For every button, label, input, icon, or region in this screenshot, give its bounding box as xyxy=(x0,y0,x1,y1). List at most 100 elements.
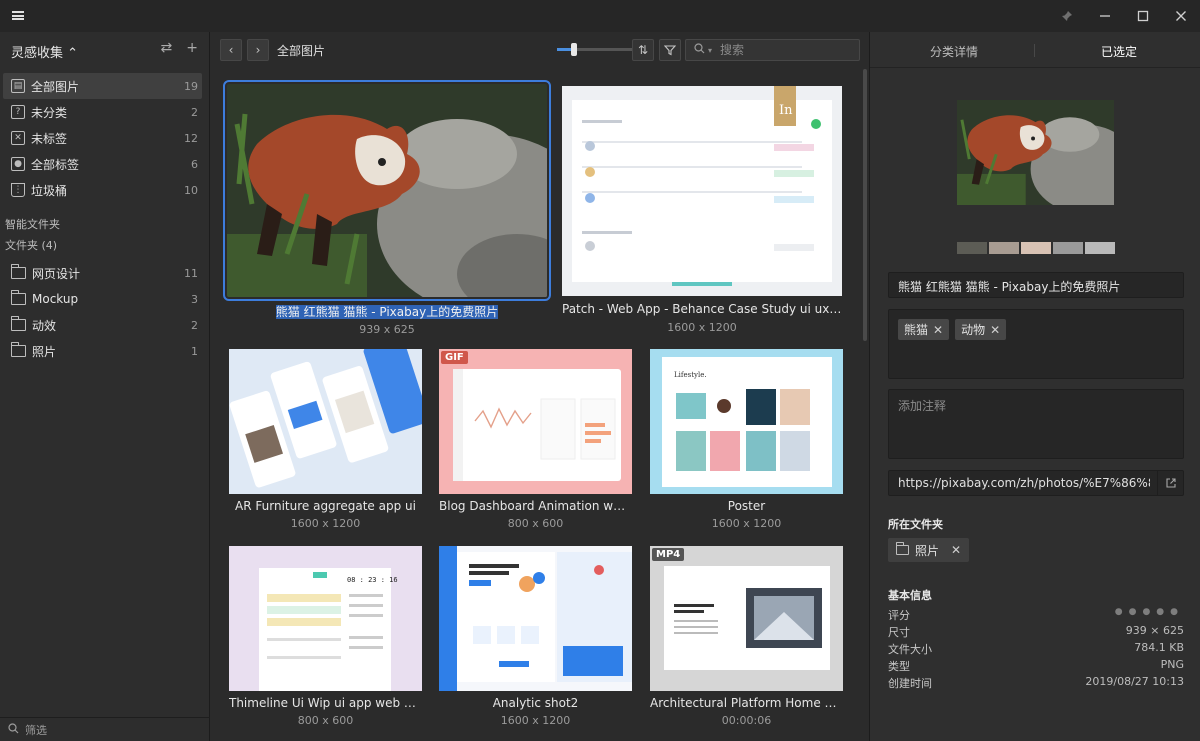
color-palette xyxy=(957,242,1115,254)
remove-folder-icon[interactable]: ✕ xyxy=(951,543,961,557)
sort-button[interactable]: ⇅ xyxy=(632,39,654,61)
maximize-button[interactable] xyxy=(1124,0,1162,32)
rating-stars[interactable]: ●●●●● xyxy=(1115,607,1184,624)
sidebar-item-trash[interactable]: ⋮ 垃圾桶 10 xyxy=(3,177,202,203)
notes-box xyxy=(888,389,1184,459)
grid-item[interactable]: Lifestyle. Poster 1600 x 1200 xyxy=(650,349,843,531)
folder-list: 网页设计 11 Mockup 3 动效 2 照片 1 xyxy=(0,260,210,364)
basic-info-title: 基本信息 xyxy=(888,589,932,602)
smart-folders-label[interactable]: 智能文件夹 xyxy=(5,216,60,232)
back-button[interactable]: ‹ xyxy=(220,39,242,61)
remove-tag-icon[interactable]: ✕ xyxy=(933,323,943,337)
sidebar-folder-web-design[interactable]: 网页设计 11 xyxy=(3,260,202,286)
filter-button[interactable] xyxy=(659,39,681,61)
sidebar-item-untagged[interactable]: ✕ 未标签 12 xyxy=(3,125,202,151)
color-swatch[interactable] xyxy=(1053,242,1083,254)
chevron-down-icon[interactable]: ▾ xyxy=(708,46,712,55)
sidebar-item-all-tags[interactable]: ● 全部标签 6 xyxy=(3,151,202,177)
thumbnail-analytic-shot[interactable] xyxy=(439,546,632,691)
pin-icon[interactable] xyxy=(1048,0,1086,32)
grid-item-dimensions: 1600 x 1200 xyxy=(290,517,361,530)
grid-item[interactable]: 08 : 23 : 16 Thimeline Ui Wip ui app web… xyxy=(229,546,422,728)
thumbnail-ar-furniture[interactable] xyxy=(229,349,422,494)
minimize-button[interactable] xyxy=(1086,0,1124,32)
detail-tabs: 分类详情 已选定 xyxy=(870,32,1200,68)
sidebar-item-uncategorized[interactable]: ? 未分类 2 xyxy=(3,99,202,125)
color-swatch[interactable] xyxy=(1021,242,1051,254)
grid-scrollbar[interactable] xyxy=(863,69,867,341)
thumbnail-red-panda[interactable] xyxy=(223,80,551,301)
search-input[interactable] xyxy=(720,43,841,57)
forward-button[interactable]: › xyxy=(247,39,269,61)
close-button[interactable] xyxy=(1162,0,1200,32)
sidebar: 灵感收集 ⌃ ⇄ + ▤ 全部图片 19 ? 未分类 2 ✕ 未标签 12 ● … xyxy=(0,32,210,741)
library-header: 灵感收集 ⌃ ⇄ + xyxy=(0,32,210,68)
color-swatch[interactable] xyxy=(957,242,987,254)
grid-item[interactable]: Analytic shot2 1600 x 1200 xyxy=(439,546,632,728)
grid-item[interactable]: AR Furniture aggregate app ui 1600 x 120… xyxy=(229,349,422,531)
gif-badge: GIF xyxy=(441,351,468,364)
remove-tag-icon[interactable]: ✕ xyxy=(990,323,1000,337)
folder-icon xyxy=(10,264,26,279)
info-row-rating: 评分 ●●●●● xyxy=(888,607,1184,624)
thumbnail-poster[interactable]: Lifestyle. xyxy=(650,349,843,494)
library-switcher[interactable]: 灵感收集 ⌃ xyxy=(11,42,78,61)
thumbnail-blog-dashboard[interactable]: GIF xyxy=(439,349,632,494)
preview-image[interactable] xyxy=(957,100,1114,205)
all-tags-icon: ● xyxy=(11,157,25,171)
grid-item-duration: 00:00:06 xyxy=(721,714,772,727)
thumbnail-patch-web-app[interactable]: In xyxy=(562,86,842,296)
folders-label[interactable]: 文件夹 (4) xyxy=(5,237,57,253)
tags-field[interactable]: 熊猫 ✕ 动物 ✕ xyxy=(888,309,1184,379)
thumbnail-architectural-platform[interactable]: MP4 xyxy=(650,546,843,691)
tag-chip[interactable]: 熊猫 ✕ xyxy=(898,319,950,340)
thumbnail-timeline-ui[interactable]: 08 : 23 : 16 xyxy=(229,546,422,691)
grid-item[interactable]: MP4 Architectural Platform Home Animatio… xyxy=(650,546,843,728)
search-box[interactable]: ▾ xyxy=(685,39,860,61)
notes-input[interactable] xyxy=(898,397,1174,451)
source-url-field[interactable]: https://pixabay.com/zh/photos/%E7%86%8A%… xyxy=(888,470,1184,496)
swap-icon[interactable]: ⇄ xyxy=(161,40,173,56)
external-link-icon[interactable] xyxy=(1157,471,1183,495)
info-row-created: 创建时间 2019/08/27 10:13 xyxy=(888,675,1184,690)
svg-text:08 : 23 : 16: 08 : 23 : 16 xyxy=(347,576,398,584)
add-icon[interactable]: + xyxy=(186,40,198,56)
sidebar-folder-motion[interactable]: 动效 2 xyxy=(3,312,202,338)
search-icon xyxy=(8,722,19,737)
sidebar-nav: ▤ 全部图片 19 ? 未分类 2 ✕ 未标签 12 ● 全部标签 6 ⋮ 垃圾… xyxy=(0,73,210,203)
sidebar-item-all-images[interactable]: ▤ 全部图片 19 xyxy=(3,73,202,99)
color-swatch[interactable] xyxy=(1085,242,1115,254)
info-row-file-size: 文件大小 784.1 KB xyxy=(888,641,1184,656)
tab-selected[interactable]: 已选定 xyxy=(1101,43,1137,60)
grid-item-dimensions: 1600 x 1200 xyxy=(711,517,782,530)
tab-category-details[interactable]: 分类详情 xyxy=(930,43,978,60)
filter-placeholder: 筛选 xyxy=(25,723,47,737)
untagged-icon: ✕ xyxy=(11,131,25,145)
grid-item-title: Thimeline Ui Wip ui app web ux design xyxy=(229,696,422,710)
grid-item-dimensions: 1600 x 1200 xyxy=(667,321,737,334)
filter-input[interactable]: 筛选 xyxy=(0,717,210,741)
sidebar-folder-photos[interactable]: 照片 1 xyxy=(3,338,202,364)
mp4-badge: MP4 xyxy=(652,548,685,561)
source-url[interactable]: https://pixabay.com/zh/photos/%E7%86%8A%… xyxy=(898,476,1150,490)
color-swatch[interactable] xyxy=(989,242,1019,254)
folder-icon xyxy=(10,316,26,331)
detail-panel: 分类详情 已选定 熊猫 红熊猫 猫熊 - Pixabay上的免费照片 熊猫 ✕ xyxy=(869,32,1200,741)
hamburger-menu-icon[interactable] xyxy=(12,11,24,20)
grid-item-dimensions: 939 x 625 xyxy=(359,323,415,336)
grid-item[interactable]: 熊猫 红熊猫 猫熊 - Pixabay上的免费照片 939 x 625 xyxy=(223,80,551,336)
grid-item-dimensions: 1600 x 1200 xyxy=(500,714,571,727)
grid-item[interactable]: GIF Blog Dashboard Animation web ui 800 … xyxy=(439,349,632,531)
grid-item[interactable]: In Patch - Web App - Behance Case Study … xyxy=(562,86,842,336)
sidebar-folder-mockup[interactable]: Mockup 3 xyxy=(3,286,202,312)
slider-handle[interactable] xyxy=(571,43,577,56)
image-name-field[interactable]: 熊猫 红熊猫 猫熊 - Pixabay上的免费照片 xyxy=(888,272,1184,298)
tag-chip[interactable]: 动物 ✕ xyxy=(955,319,1007,340)
thumbnail-size-slider[interactable] xyxy=(557,43,633,56)
image-browser: ‹ › 全部图片 ⇅ ▾ 搜索 熊猫 红熊猫 猫熊 - Pixabay上的免费照… xyxy=(211,32,868,741)
info-row-size: 尺寸 939 × 625 xyxy=(888,624,1184,639)
grid-item-title: 熊猫 红熊猫 猫熊 - Pixabay上的免费照片 xyxy=(275,305,499,319)
search-icon xyxy=(694,43,705,57)
folder-chip[interactable]: 照片 ✕ xyxy=(888,538,970,562)
tab-separator xyxy=(1034,44,1035,57)
